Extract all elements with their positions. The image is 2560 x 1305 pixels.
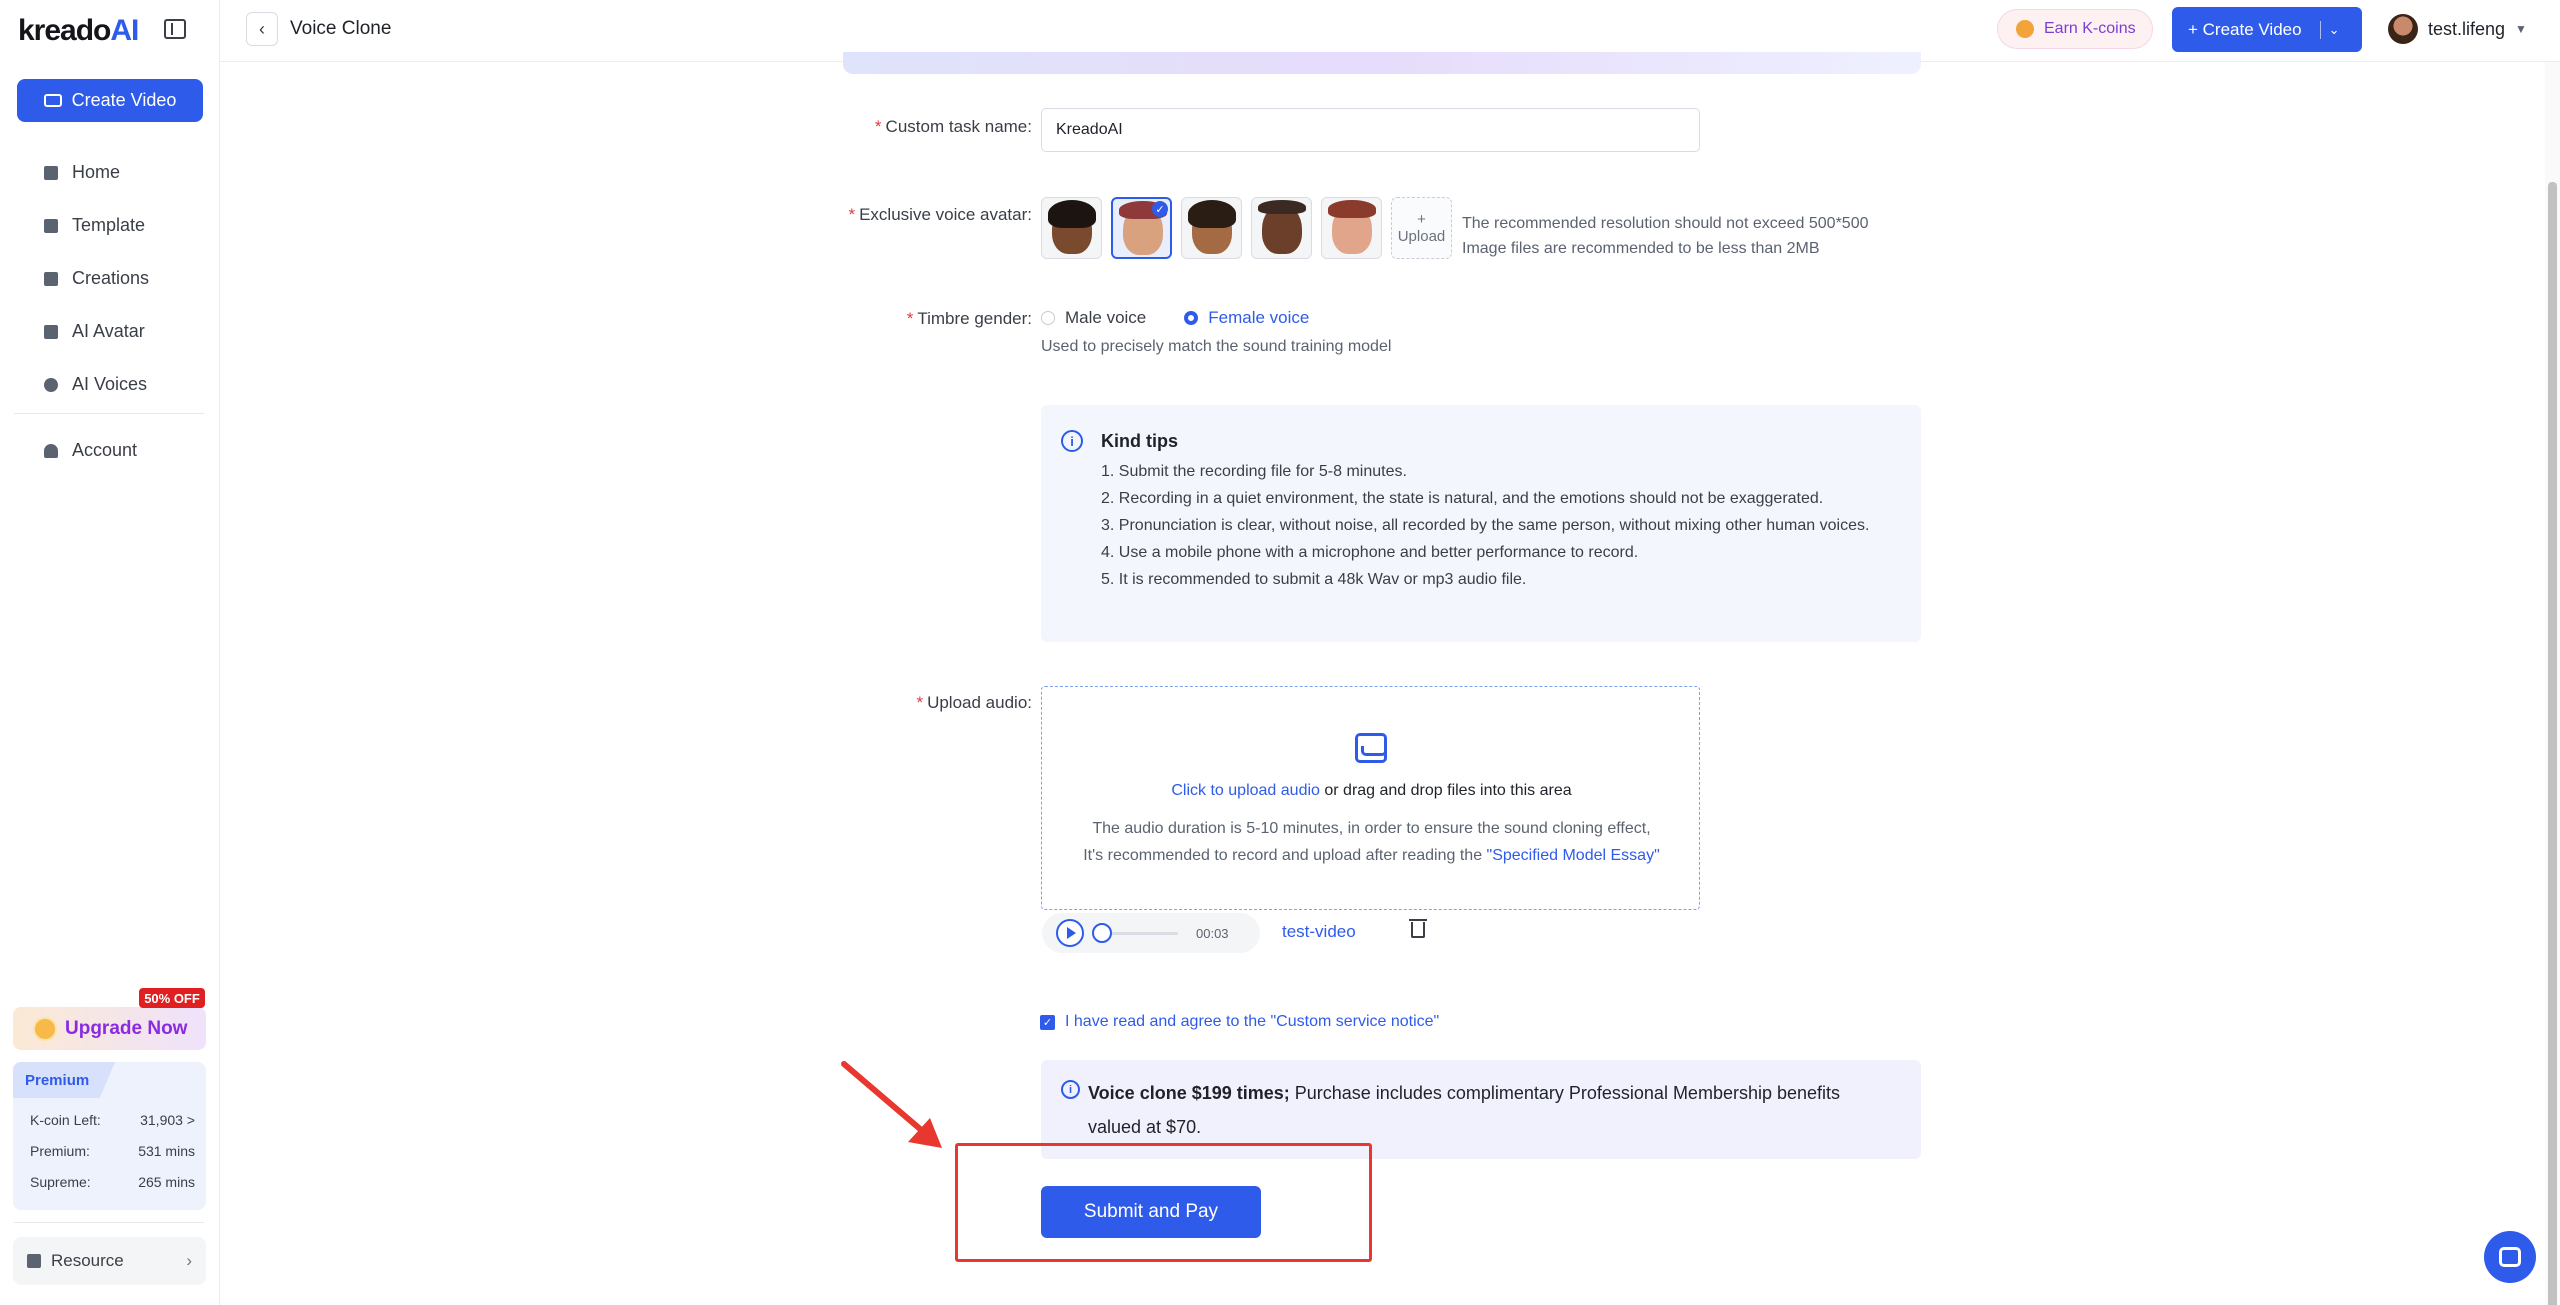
- dropzone-text: Click to upload audio or drag and drop f…: [1171, 782, 1572, 799]
- avatar-picker: ✓ + Upload: [1041, 197, 1452, 259]
- gender-label: * Timbre gender:: [906, 309, 1032, 328]
- sidebar: kreadoAI Create Video Home Template Crea…: [0, 0, 220, 1305]
- sidebar-item-ai-voices[interactable]: AI Voices: [0, 358, 220, 411]
- upgrade-now-button[interactable]: Upgrade Now: [13, 1007, 206, 1050]
- template-icon: [44, 218, 58, 233]
- info-icon: i: [1061, 1080, 1080, 1099]
- video-camera-icon: [43, 94, 62, 107]
- avatar-option-selected[interactable]: ✓: [1111, 197, 1172, 259]
- checkbox-checked[interactable]: ✓: [1040, 1014, 1055, 1030]
- user-icon: [44, 443, 58, 458]
- premium-mins-row: Premium: 531 mins: [30, 1143, 195, 1159]
- list-item: 4. Use a mobile phone with a microphone …: [1101, 544, 1639, 561]
- task-name-label: * Custom task name:: [874, 117, 1032, 136]
- play-button[interactable]: [1056, 919, 1084, 947]
- coin-icon: [33, 1016, 57, 1041]
- inbox-icon: [1355, 733, 1387, 763]
- radio-female-label[interactable]: Female voice: [1208, 308, 1309, 328]
- gender-radio-group: Male voice Female voice: [1041, 308, 1309, 328]
- coin-icon: [2016, 20, 2034, 38]
- chevron-down-icon[interactable]: ⌄: [2329, 22, 2340, 38]
- discount-badge: 50% OFF: [139, 988, 205, 1008]
- sidebar-item-home[interactable]: Home: [0, 146, 220, 199]
- sidebar-item-account[interactable]: Account: [0, 424, 220, 477]
- tips-title: Kind tips: [1101, 431, 1178, 451]
- avatar-option[interactable]: [1181, 197, 1242, 259]
- list-item: 3. Pronunciation is clear, without noise…: [1101, 517, 1870, 534]
- divider: [14, 1222, 204, 1223]
- audio-dropzone[interactable]: Click to upload audio or drag and drop f…: [1041, 686, 1700, 910]
- sidebar-nav: Home Template Creations AI Avatar AI Voi…: [0, 146, 220, 411]
- earn-kcoins-button[interactable]: Earn K-coins: [1997, 9, 2153, 49]
- kcoin-row[interactable]: K-coin Left: 31,903 >: [30, 1112, 195, 1128]
- scrollbar[interactable]: [2545, 62, 2560, 1305]
- sidebar-collapse-icon[interactable]: [164, 19, 186, 39]
- chevron-left-icon: ‹: [259, 18, 265, 39]
- avatar-option[interactable]: [1251, 197, 1312, 259]
- audio-progress-slider[interactable]: [1092, 922, 1178, 943]
- banner-image: [843, 52, 1921, 74]
- list-item: 5. It is recommended to submit a 48k Wav…: [1101, 571, 1527, 588]
- radio-female[interactable]: [1184, 311, 1199, 325]
- dropzone-subtext: The audio duration is 5-10 minutes, in o…: [1083, 820, 1660, 864]
- list-item: 2. Recording in a quiet environment, the…: [1101, 490, 1824, 507]
- folder-icon: [44, 271, 58, 286]
- agree-checkbox-row[interactable]: ✓ I have read and agree to the "Custom s…: [1040, 1013, 1439, 1031]
- user-menu[interactable]: test.lifeng ▼: [2388, 14, 2527, 44]
- avatar-upload-button[interactable]: + Upload: [1391, 197, 1452, 259]
- premium-tag: Premium: [13, 1062, 115, 1098]
- avatar-option[interactable]: [1041, 197, 1102, 259]
- supreme-mins-row: Supreme: 265 mins: [30, 1174, 195, 1190]
- scroll-thumb[interactable]: [2548, 182, 2557, 1305]
- radio-male-label[interactable]: Male voice: [1065, 308, 1146, 328]
- home-icon: [44, 165, 58, 180]
- task-name-input[interactable]: KreadoAI: [1041, 108, 1700, 152]
- upload-audio-label: * Upload audio:: [916, 693, 1032, 712]
- audio-time: 00:03: [1196, 925, 1229, 941]
- sidebar-item-template[interactable]: Template: [0, 199, 220, 252]
- divider: [2319, 20, 2321, 39]
- create-video-button[interactable]: Create Video: [17, 79, 203, 122]
- avatar-option[interactable]: [1321, 197, 1382, 259]
- info-icon: i: [1061, 430, 1083, 452]
- audio-player: 00:03: [1042, 913, 1260, 953]
- document-icon: [27, 1254, 41, 1268]
- avatar: [2388, 14, 2418, 44]
- chat-icon: [2499, 1247, 2521, 1267]
- sidebar-item-creations[interactable]: Creations: [0, 252, 220, 305]
- kind-tips-panel: i Kind tips 1. Submit the recording file…: [1041, 405, 1921, 642]
- agree-text[interactable]: I have read and agree to the "Custom ser…: [1065, 1013, 1439, 1031]
- trash-icon[interactable]: [1409, 919, 1427, 938]
- radio-male[interactable]: [1041, 311, 1055, 325]
- avatar-hint: The recommended resolution should not ex…: [1462, 215, 1869, 257]
- logo[interactable]: kreadoAI: [18, 14, 139, 48]
- tips-list: 1. Submit the recording file for 5-8 min…: [1101, 458, 1901, 593]
- page-title: Voice Clone: [290, 18, 392, 39]
- caret-down-icon: ▼: [2515, 22, 2527, 36]
- model-essay-link[interactable]: "Specified Model Essay": [1487, 847, 1660, 864]
- submit-and-pay-button[interactable]: Submit and Pay: [1041, 1186, 1261, 1238]
- list-item: 1. Submit the recording file for 5-8 min…: [1101, 463, 1407, 480]
- resource-button[interactable]: Resource ›: [13, 1237, 206, 1285]
- gender-subtext: Used to precisely match the sound traini…: [1041, 338, 1392, 355]
- divider: [14, 413, 204, 414]
- sidebar-item-ai-avatar[interactable]: AI Avatar: [0, 305, 220, 358]
- header-create-video-button[interactable]: + Create Video ⌄: [2172, 7, 2362, 52]
- slider-handle[interactable]: [1092, 922, 1112, 943]
- uploaded-file-name[interactable]: test-video: [1282, 922, 1356, 942]
- upload-link[interactable]: Click to upload audio: [1171, 782, 1320, 799]
- purchase-notice: i Voice clone $199 times; Purchase inclu…: [1041, 1060, 1921, 1159]
- avatar-label: * Exclusive voice avatar:: [848, 205, 1032, 224]
- premium-card: Premium K-coin Left: 31,903 > Premium: 531…: [13, 1062, 206, 1210]
- back-button[interactable]: ‹: [246, 12, 278, 46]
- notice-text: Voice clone $199 times; Purchase include…: [1088, 1083, 1841, 1137]
- voice-icon: [44, 377, 58, 392]
- chevron-right-icon: ›: [186, 1251, 192, 1270]
- chat-support-button[interactable]: [2484, 1231, 2536, 1283]
- avatar-icon: [44, 324, 58, 339]
- check-icon: ✓: [1152, 201, 1168, 217]
- annotation-arrow: [841, 1061, 942, 1148]
